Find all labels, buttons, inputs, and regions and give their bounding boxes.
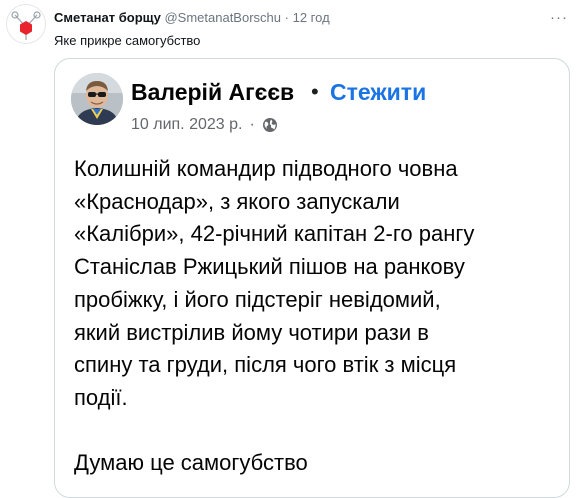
body-line: «Калібри», 42-річний капітан 2-го рангу: [74, 221, 475, 247]
user-avatar[interactable]: [6, 4, 46, 44]
body-line: який вистрілив йому чотири рази в: [74, 319, 429, 345]
author-handle[interactable]: @SmetanatBorschu: [164, 10, 281, 25]
tweet-header: Сметанат борщу @SmetanatBorschu · 12 год: [54, 10, 330, 26]
embedded-post-body: Колишній командир підводного човна «Крас…: [74, 153, 564, 479]
embedded-separator: •: [311, 79, 319, 104]
embedded-post-date[interactable]: 10 лип. 2023 р.: [131, 115, 242, 135]
molecule-logo-icon: [11, 11, 41, 40]
post-time[interactable]: 12 год: [293, 10, 330, 25]
body-line: пробіжку, і його підстеріг невідомий,: [74, 286, 441, 312]
follow-button[interactable]: Стежити: [330, 78, 426, 106]
more-options-icon[interactable]: ···: [550, 9, 568, 26]
author-name[interactable]: Сметанат борщу: [54, 10, 161, 25]
embedded-post-meta: 10 лип. 2023 р. ·: [131, 115, 278, 135]
body-line: спину та груди, після чого втік з місця: [74, 352, 457, 378]
body-line: «Краснодар», з якого запускали: [74, 188, 400, 214]
tweet: Сметанат борщу @SmetanatBorschu · 12 год…: [0, 0, 578, 498]
embedded-author-avatar[interactable]: [71, 73, 123, 125]
separator-dot: ·: [284, 10, 289, 25]
tweet-text: Яке прикре самогубство: [54, 33, 201, 48]
globe-icon: [262, 117, 278, 133]
meta-separator: ·: [249, 116, 255, 133]
body-line: Колишній командир підводного човна: [74, 156, 458, 181]
body-line: події.: [74, 384, 128, 410]
person-photo-icon: [71, 73, 123, 125]
embedded-author-name[interactable]: Валерій Агєєв: [131, 78, 294, 106]
body-line: Станіслав Ржицький пішов на ранкову: [74, 254, 465, 280]
body-closing-line: Думаю це самогубство: [74, 449, 308, 475]
embedded-post-card[interactable]: Валерій Агєєв • Стежити 10 лип. 2023 р. …: [54, 58, 570, 498]
